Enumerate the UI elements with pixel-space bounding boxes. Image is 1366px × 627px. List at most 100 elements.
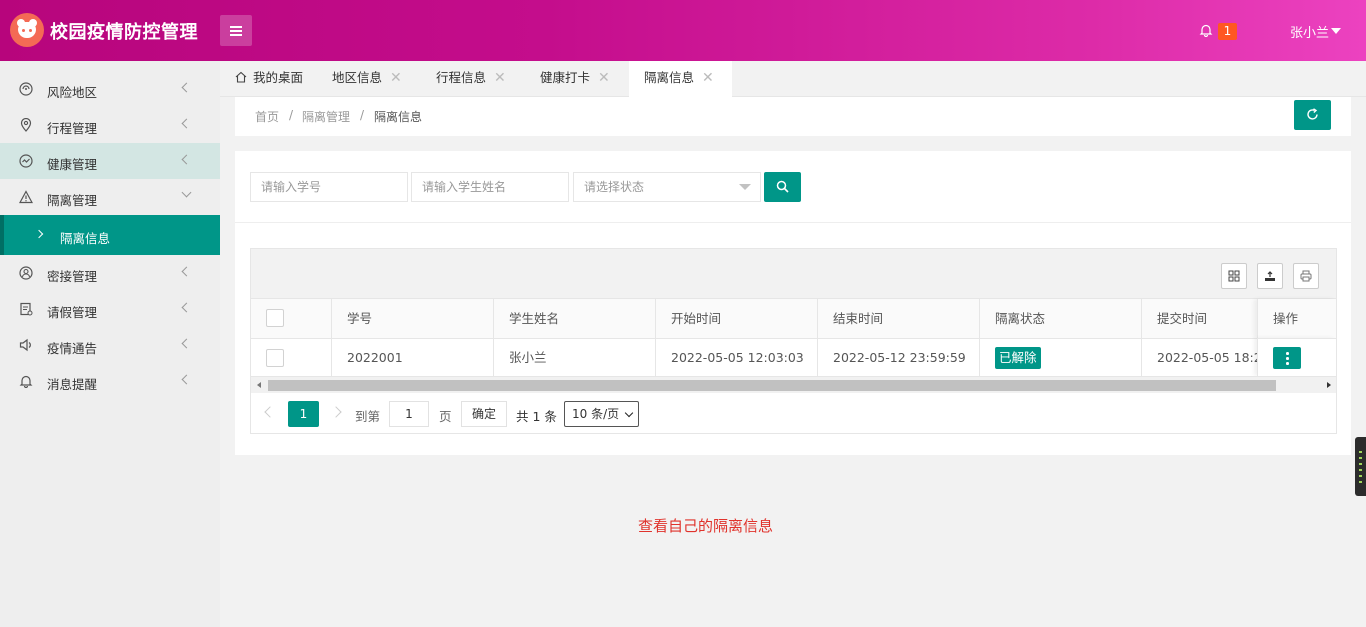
risk-area-icon	[19, 82, 33, 96]
confirm-button[interactable]: 确定	[461, 401, 507, 427]
columns-filter-button[interactable]	[1221, 263, 1247, 289]
sidebar-item-reminders[interactable]: 消息提醒	[0, 363, 220, 399]
table-cell: 2022-05-05 18:22:4	[1142, 338, 1257, 376]
sidebar-item-notices[interactable]: 疫情通告	[0, 327, 220, 363]
total-count: 共 1 条	[516, 409, 557, 424]
close-icon[interactable]: ✕	[390, 61, 402, 95]
location-icon	[20, 118, 32, 132]
column-header[interactable]: 隔离状态	[980, 299, 1142, 338]
sidebar-item-label: 消息提醒	[47, 377, 98, 392]
status-badge: 已解除	[995, 347, 1041, 369]
notification-bell-icon[interactable]	[1199, 23, 1213, 37]
user-menu[interactable]: 张小兰	[1290, 22, 1329, 41]
tab-bar: 我的桌面 地区信息 ✕ 行程信息 ✕ 健康打卡 ✕ 隔离信息 ✕	[220, 61, 1366, 97]
sidebar-item-label: 隔离管理	[47, 193, 98, 208]
side-widget-handle[interactable]	[1355, 437, 1366, 496]
sidebar-item-label: 请假管理	[47, 305, 98, 320]
scrollbar-thumb[interactable]	[268, 380, 1276, 391]
sidebar-subitem-label: 隔离信息	[60, 231, 111, 246]
chevron-left-icon	[181, 374, 192, 385]
search-icon	[776, 180, 789, 193]
export-icon	[1265, 271, 1275, 281]
top-header: 校园疫情防控管理 1 张小兰	[0, 0, 1366, 61]
sidebar-item-close-contacts[interactable]: 密接管理	[0, 255, 220, 291]
refresh-icon	[1307, 108, 1318, 120]
chevron-right-icon	[34, 229, 44, 239]
breadcrumb-quarantine[interactable]: 隔离管理	[302, 108, 350, 125]
close-icon[interactable]: ✕	[494, 61, 506, 95]
notification-badge[interactable]: 1	[1218, 23, 1237, 40]
table-row	[251, 338, 332, 376]
leave-icon	[20, 302, 33, 316]
table-toolbar	[251, 249, 1336, 299]
logo-icon	[10, 13, 44, 47]
chevron-left-icon	[181, 154, 192, 165]
student-name-input[interactable]: 请输入学生姓名	[411, 172, 569, 202]
row-checkbox[interactable]	[266, 349, 284, 367]
status-select[interactable]: 请选择状态	[573, 172, 761, 202]
print-icon	[1300, 270, 1312, 282]
bell-icon	[19, 375, 33, 388]
chevron-down-icon	[181, 187, 192, 198]
health-icon	[19, 154, 33, 168]
tab-trip-info[interactable]: 行程信息 ✕	[436, 61, 526, 97]
horizontal-scrollbar[interactable]	[251, 376, 1336, 393]
grid-icon	[1228, 270, 1240, 282]
breadcrumb-current: 隔离信息	[374, 110, 423, 124]
scroll-right-icon[interactable]	[1327, 382, 1331, 388]
tab-my-desktop[interactable]: 我的桌面	[235, 61, 325, 97]
select-all-checkbox[interactable]	[266, 309, 284, 327]
divider	[235, 222, 1351, 223]
print-button[interactable]	[1293, 263, 1319, 289]
sidebar-item-label: 密接管理	[47, 269, 98, 284]
student-id-input[interactable]: 请输入学号	[250, 172, 408, 202]
column-header[interactable]: 提交时间	[1142, 299, 1257, 338]
scroll-left-icon[interactable]	[257, 382, 261, 388]
sidebar-subitem-quarantine-info[interactable]: 隔离信息	[0, 215, 220, 255]
sidebar-item-label: 健康管理	[47, 157, 98, 172]
page-unit-label: 页	[439, 409, 452, 424]
sidebar-item-risk-areas[interactable]: 风险地区	[0, 71, 220, 107]
breadcrumb-home[interactable]: 首页	[255, 108, 279, 125]
sidebar-item-label: 行程管理	[47, 121, 98, 136]
table-cell: 张小兰	[494, 338, 656, 376]
tab-region-info[interactable]: 地区信息 ✕	[332, 61, 422, 97]
chevron-left-icon	[181, 302, 192, 313]
menu-toggle-button[interactable]	[220, 15, 252, 46]
chevron-down-icon[interactable]	[1331, 28, 1341, 34]
export-button[interactable]	[1257, 263, 1283, 289]
table-cell: 2022-05-12 23:59:59	[818, 338, 980, 376]
sidebar-item-label: 风险地区	[47, 85, 98, 100]
sidebar-item-leave[interactable]: 请假管理	[0, 291, 220, 327]
speaker-icon	[19, 338, 31, 352]
goto-page-input[interactable]: 1	[389, 401, 429, 427]
warning-icon	[19, 190, 33, 204]
column-header[interactable]: 结束时间	[818, 299, 980, 338]
column-header: 操作	[1257, 299, 1336, 338]
close-icon[interactable]: ✕	[598, 61, 610, 95]
row-actions-button[interactable]	[1273, 347, 1301, 369]
tab-quarantine-info[interactable]: 隔离信息 ✕	[629, 61, 732, 97]
column-header[interactable]: 开始时间	[656, 299, 818, 338]
app-title: 校园疫情防控管理	[50, 22, 198, 43]
breadcrumb: 首页 / 隔离管理 / 隔离信息	[235, 97, 1351, 136]
close-icon[interactable]: ✕	[702, 61, 714, 95]
contact-icon	[19, 266, 33, 280]
table-cell: 2022001	[332, 338, 494, 376]
column-header[interactable]: 学号	[332, 299, 494, 338]
chevron-left-icon	[181, 82, 192, 93]
current-page-button[interactable]: 1	[288, 401, 319, 427]
hint-text: 查看自己的隔离信息	[638, 517, 774, 535]
sidebar-item-label: 疫情通告	[47, 341, 98, 356]
goto-label: 到第	[355, 409, 381, 424]
refresh-button[interactable]	[1294, 100, 1331, 130]
home-icon	[235, 71, 247, 83]
tab-health-checkin[interactable]: 健康打卡 ✕	[540, 61, 630, 97]
table-cell: 2022-05-05 12:03:03	[656, 338, 818, 376]
column-header[interactable]: 学生姓名	[494, 299, 656, 338]
page-size-select[interactable]: 10 条/页	[564, 401, 639, 427]
sidebar-item-quarantine[interactable]: 隔离管理	[0, 179, 220, 215]
sidebar-item-trips[interactable]: 行程管理	[0, 107, 220, 143]
search-button[interactable]	[764, 172, 801, 202]
sidebar-item-health[interactable]: 健康管理	[0, 143, 220, 179]
